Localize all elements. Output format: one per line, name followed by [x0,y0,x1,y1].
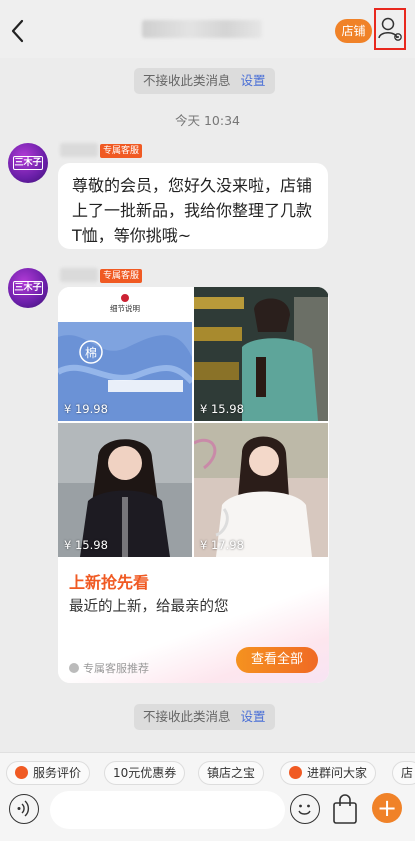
avatar[interactable]: 三木子 [8,268,48,308]
group-icon [289,766,302,779]
cotton-tag: 棉 [85,346,97,360]
chat-title-blurred [142,20,262,38]
card-footer: 专属客服推荐 [69,660,149,676]
product-price: ¥ 19.98 [64,402,108,416]
rating-icon [15,766,28,779]
sender-name-blurred [60,143,98,157]
product-card[interactable]: 细节说明 棉 ¥ 19.98 ¥ 15.98 ¥ 15.98 ¥ 17.98 上… [58,287,329,683]
card-title: 上新抢先看 [69,573,150,592]
view-all-button[interactable]: 查看全部 [236,647,318,673]
exclusive-service-badge: 专属客服 [100,144,143,158]
quick-action-coupon[interactable]: 10元优惠券 [104,761,186,785]
text-message-bubble[interactable]: 尊敬的会员，您好久没来啦，店铺上了一批新品，我给你整理了几款T恤，等你挑哦~ [58,163,328,249]
quick-action-label: 店 [401,766,414,780]
message-text: 尊敬的会员，您好久没来啦，店铺上了一批新品，我给你整理了几款T恤，等你挑哦~ [72,176,313,245]
card-info: 上新抢先看 最近的上新，给最亲的您 专属客服推荐 查看全部 [58,557,329,683]
shop-logo: 三木子 [13,156,43,170]
back-button[interactable] [6,16,30,46]
quick-action-more[interactable]: 店 [392,761,415,785]
notice-label: 不接收此类消息 [143,73,231,88]
model-photo [194,287,328,421]
quick-action-label: 镇店之宝 [207,766,256,780]
notice-bar-top: 不接收此类消息 设置 [134,68,275,94]
notice-settings-link[interactable]: 设置 [241,709,266,724]
input-bar: 服务评价 10元优惠券 镇店之宝 进群问大家 店 + [0,752,415,841]
product-price: ¥ 15.98 [200,402,244,416]
quick-action-label: 服务评价 [33,766,82,780]
chat-header: 店铺 [0,0,415,58]
plus-button[interactable]: + [372,793,402,823]
shop-logo: 三木子 [13,281,43,295]
quick-action-group[interactable]: 进群问大家 [280,761,377,785]
service-icon [69,663,79,673]
quick-action-label: 进群问大家 [307,766,368,780]
message-timestamp: 今天 10:34 [175,113,240,128]
card-footer-text: 专属客服推荐 [83,662,149,675]
profile-settings-icon [378,17,402,41]
product-price: ¥ 15.98 [64,538,108,552]
product-image-4[interactable]: ¥ 17.98 [194,423,328,557]
emoji-icon [298,804,311,815]
voice-button[interactable] [9,794,39,824]
model-photo [58,423,192,557]
avatar[interactable]: 三木子 [8,143,48,183]
detail-caption: 细节说明 [110,303,140,313]
product-image-3[interactable]: ¥ 15.98 [58,423,192,557]
product-image-2[interactable]: ¥ 15.98 [194,287,328,421]
quick-action-label: 10元优惠券 [113,766,177,780]
exclusive-service-badge: 专属客服 [100,269,143,283]
plus-icon: + [376,794,398,822]
quick-action-service-rating[interactable]: 服务评价 [6,761,91,785]
model-photo [194,423,328,557]
notice-label: 不接收此类消息 [143,709,231,724]
shopping-bag-button[interactable] [331,793,359,825]
profile-settings-button[interactable] [374,8,406,50]
shop-button[interactable]: 店铺 [335,19,372,43]
notice-bar-bottom: 不接收此类消息 设置 [134,704,275,730]
voice-icon [17,800,30,817]
notice-settings-link[interactable]: 设置 [241,73,266,88]
emoji-button[interactable] [290,794,320,824]
fabric-image: 细节说明 棉 [58,287,192,421]
bag-icon [333,794,357,824]
sender-name-blurred [60,268,98,282]
product-price: ¥ 17.98 [200,538,244,552]
card-subtitle: 最近的上新，给最亲的您 [69,599,229,615]
back-icon [11,19,24,43]
quick-action-featured[interactable]: 镇店之宝 [198,761,265,785]
product-image-1[interactable]: 细节说明 棉 ¥ 19.98 [58,287,192,421]
message-input[interactable] [50,791,285,829]
